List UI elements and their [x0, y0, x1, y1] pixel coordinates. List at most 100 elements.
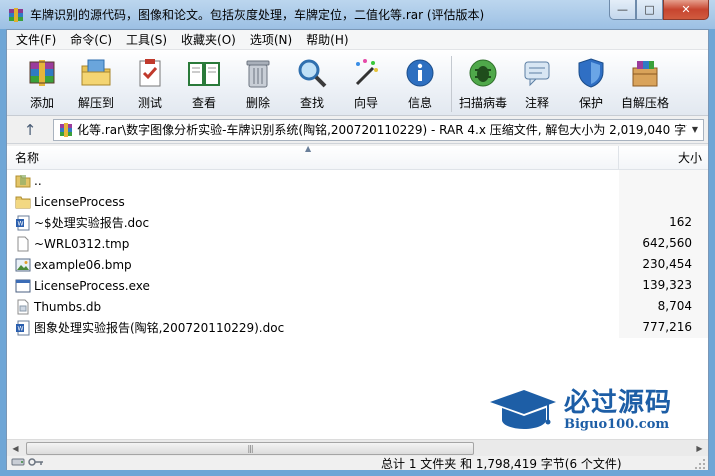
- protect-label: 保护: [578, 96, 603, 110]
- parent-folder-icon: [15, 173, 31, 189]
- add-label: 添加: [29, 96, 54, 110]
- virus-scan-label: 扫描病毒: [458, 96, 507, 110]
- file-row[interactable]: example06.bmp 230,454: [7, 254, 708, 275]
- title-bar: 车牌识别的源代码，图像和论文。包括灰度处理，车牌定位，二值化等.rar (评估版…: [0, 0, 715, 29]
- resize-grip-icon[interactable]: [694, 458, 706, 470]
- test-icon: [131, 54, 169, 92]
- delete-label: 删除: [245, 96, 270, 110]
- exe-window-icon: [15, 278, 31, 294]
- up-one-level-button[interactable]: ↑: [7, 118, 53, 142]
- file-size: 162: [619, 212, 708, 233]
- view-button[interactable]: 查看: [177, 54, 231, 111]
- file-row[interactable]: ~WRL0312.tmp 642,560: [7, 233, 708, 254]
- word-doc-icon: W: [15, 320, 31, 336]
- db-file-icon: [15, 299, 31, 315]
- menu-file[interactable]: 文件(F): [9, 30, 63, 50]
- svg-text:W: W: [18, 325, 24, 332]
- delete-trash-icon: [239, 54, 277, 92]
- column-header: 名称 ▲ 大小: [7, 144, 708, 170]
- menu-options[interactable]: 选项(N): [243, 30, 299, 50]
- graduation-cap-logo-icon: [488, 386, 558, 435]
- file-name: ~$处理实验报告.doc: [34, 216, 150, 230]
- column-name-header[interactable]: 名称 ▲: [7, 144, 619, 169]
- scroll-thumb[interactable]: |||: [26, 441, 474, 455]
- file-name: 图象处理实验报告(陶铭,200720110229).doc: [34, 321, 285, 335]
- close-button[interactable]: ✕: [663, 0, 709, 20]
- info-label: 信息: [407, 96, 432, 110]
- comment-label: 注释: [524, 96, 549, 110]
- find-magnifier-icon: [293, 54, 331, 92]
- delete-button[interactable]: 删除: [231, 54, 285, 111]
- scroll-right-arrow-icon[interactable]: ▶: [691, 440, 708, 456]
- add-button[interactable]: 添加: [15, 54, 69, 111]
- find-label: 查找: [299, 96, 324, 110]
- file-size: [619, 191, 708, 212]
- file-rows: .. LicenseProcess W ~$处理实验报告.doc 162 ~WR…: [7, 170, 708, 338]
- view-book-icon: [185, 54, 223, 92]
- file-name: Thumbs.db: [34, 299, 102, 314]
- scroll-left-arrow-icon[interactable]: ◀: [7, 440, 24, 456]
- folder-icon: [15, 194, 31, 210]
- blank-file-icon: [15, 236, 31, 252]
- address-field[interactable]: 化等.rar\数字图像分析实验-车牌识别系统(陶铭,200720110229) …: [53, 118, 704, 141]
- file-name: LicenseProcess.exe: [34, 278, 150, 293]
- sfx-button[interactable]: 自解压格: [618, 54, 672, 111]
- maximize-button[interactable]: □: [636, 0, 663, 20]
- address-dropdown-icon[interactable]: ▼: [687, 125, 703, 134]
- find-button[interactable]: 查找: [285, 54, 339, 111]
- file-row[interactable]: Thumbs.db 8,704: [7, 296, 708, 317]
- menu-bar: 文件(F) 命令(C) 工具(S) 收藏夹(O) 选项(N) 帮助(H): [7, 30, 708, 50]
- rar-archive-icon: [58, 122, 74, 138]
- file-size: 230,454: [619, 254, 708, 275]
- virus-scan-button[interactable]: 扫描病毒: [456, 54, 510, 111]
- drive-icon[interactable]: [11, 456, 25, 470]
- watermark-domain-text: Biguo100.com: [564, 416, 670, 432]
- status-summary: 总计 1 文件夹 和 1,798,419 字节(6 个文件): [381, 456, 622, 471]
- winrar-app-icon: [8, 7, 24, 23]
- watermark: 必过源码 Biguo100.com: [488, 385, 688, 435]
- file-row[interactable]: LicenseProcess.exe 139,323: [7, 275, 708, 296]
- horizontal-scrollbar[interactable]: ◀ ||| ▶: [7, 439, 708, 456]
- toolbar: 添加 解压到 测试 查看 删除 查找 向导 信息 扫描病毒 注释 保护 自解压格: [7, 50, 708, 116]
- add-archive-icon: [23, 54, 61, 92]
- file-size: 777,216: [619, 317, 708, 338]
- svg-text:W: W: [18, 220, 24, 227]
- scroll-track[interactable]: |||: [24, 441, 691, 456]
- address-bar: ↑ 化等.rar\数字图像分析实验-车牌识别系统(陶铭,200720110229…: [7, 116, 708, 144]
- menu-tools[interactable]: 工具(S): [119, 30, 174, 50]
- test-button[interactable]: 测试: [123, 54, 177, 111]
- protect-shield-icon: [572, 54, 610, 92]
- extract-to-label: 解压到: [77, 96, 114, 110]
- wizard-wand-icon: [347, 54, 385, 92]
- sort-ascending-icon: ▲: [305, 144, 312, 153]
- virus-scan-icon: [464, 54, 502, 92]
- address-path: 化等.rar\数字图像分析实验-车牌识别系统(陶铭,200720110229) …: [77, 123, 687, 137]
- file-row-parent[interactable]: ..: [7, 170, 708, 191]
- file-size: 8,704: [619, 296, 708, 317]
- file-size: [619, 170, 708, 191]
- minimize-button[interactable]: —: [609, 0, 636, 20]
- sfx-label: 自解压格: [620, 96, 669, 110]
- info-button[interactable]: 信息: [393, 54, 447, 111]
- comment-icon: [518, 54, 556, 92]
- protect-button[interactable]: 保护: [564, 54, 618, 111]
- menu-favorites[interactable]: 收藏夹(O): [174, 30, 243, 50]
- file-row[interactable]: W 图象处理实验报告(陶铭,200720110229).doc 777,216: [7, 317, 708, 338]
- sfx-box-icon: [626, 54, 664, 92]
- file-name: ..: [34, 173, 42, 188]
- menu-help[interactable]: 帮助(H): [299, 30, 355, 50]
- test-label: 测试: [137, 96, 162, 110]
- wizard-button[interactable]: 向导: [339, 54, 393, 111]
- scroll-grip: |||: [247, 443, 253, 453]
- comment-button[interactable]: 注释: [510, 54, 564, 111]
- key-icon[interactable]: [28, 456, 44, 470]
- watermark-chinese-text: 必过源码: [564, 387, 673, 418]
- extract-to-button[interactable]: 解压到: [69, 54, 123, 111]
- file-size: 139,323: [619, 275, 708, 296]
- wizard-label: 向导: [353, 96, 378, 110]
- file-row[interactable]: LicenseProcess: [7, 191, 708, 212]
- status-bar: 总计 1 文件夹 和 1,798,419 字节(6 个文件): [7, 456, 708, 471]
- menu-commands[interactable]: 命令(C): [63, 30, 119, 50]
- column-size-header[interactable]: 大小: [619, 146, 708, 169]
- file-row[interactable]: W ~$处理实验报告.doc 162: [7, 212, 708, 233]
